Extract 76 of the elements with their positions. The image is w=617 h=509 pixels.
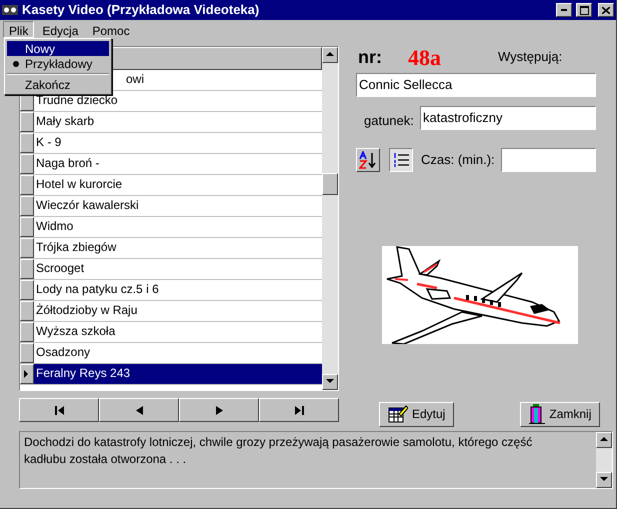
scroll-down-button[interactable]: [322, 374, 338, 390]
edit-button[interactable]: Edytuj: [379, 402, 454, 426]
close-button[interactable]: [598, 3, 614, 17]
navigation-button[interactable]: [259, 398, 339, 422]
navigation-button[interactable]: [179, 398, 259, 422]
table-cell[interactable]: Scrooget: [34, 259, 322, 279]
cast-label: Występują:: [498, 48, 562, 66]
first-record-icon: [54, 406, 64, 414]
minimize-button[interactable]: [556, 3, 572, 17]
description-scrollbar[interactable]: [596, 432, 612, 488]
number-label: nr:: [358, 46, 383, 68]
next-icon: [216, 406, 222, 414]
genre-label: gatunek:: [364, 112, 415, 130]
close-window-button[interactable]: Zamknij: [520, 402, 600, 426]
cassette-icon: [2, 5, 18, 15]
table-cell[interactable]: K - 9: [34, 133, 322, 153]
row-selector[interactable]: [20, 259, 34, 279]
radio-bullet-icon: [13, 60, 19, 66]
current-row-icon: [21, 369, 31, 379]
menu-entry[interactable]: Zakończ: [7, 77, 109, 92]
row-selector[interactable]: [20, 196, 34, 216]
description-field[interactable]: Dochodzi do katastrofy lotniczej, chwile grozy przeżywają pasażerowie samolotu, którego część kadłubu została otworzona . . .: [19, 431, 613, 489]
menu-item[interactable]: Pomoc: [86, 20, 136, 38]
table-cell[interactable]: Naga broń -: [34, 154, 322, 174]
row-selector[interactable]: [20, 280, 34, 300]
table-cell[interactable]: Widmo: [34, 217, 322, 237]
table-cell[interactable]: Lody na patyku cz.5 i 6: [34, 280, 322, 300]
table-pencil-icon: [388, 405, 408, 423]
menu-item[interactable]: Edycja: [36, 20, 84, 38]
last-record-icon: [294, 406, 304, 414]
table-cell[interactable]: Trójka zbiegów: [34, 238, 322, 258]
cast-field[interactable]: Connic Sellecca: [356, 73, 596, 97]
row-selector[interactable]: [20, 175, 34, 195]
maximize-icon: [580, 6, 588, 14]
description-text: Dochodzi do katastrofy lotniczej, chwile grozy przeżywają pasażerowie samolotu, którego część kadłubu została otworzona . . .: [23, 434, 534, 468]
genre-field[interactable]: katastroficzny: [420, 106, 596, 130]
menu-entry[interactable]: Nowy: [7, 41, 109, 56]
row-selector[interactable]: [20, 364, 34, 384]
maximize-button[interactable]: [576, 3, 592, 17]
navigation-button[interactable]: [19, 398, 99, 422]
row-selector[interactable]: [20, 133, 34, 153]
row-selector[interactable]: [20, 154, 34, 174]
row-selector[interactable]: [20, 238, 34, 258]
scroll-up-button[interactable]: [322, 47, 338, 63]
list-button[interactable]: [389, 148, 413, 172]
minimize-icon: [561, 9, 567, 11]
table-cell[interactable]: Żółtodzioby w Raju: [34, 301, 322, 321]
row-selector[interactable]: [20, 322, 34, 342]
numbered-list-icon: [392, 150, 410, 168]
table-cell[interactable]: Osadzony: [34, 343, 322, 363]
window-title: Kasety Video (Przykładowa Videoteka): [22, 1, 260, 20]
duration-label: Czas: (min.):: [421, 150, 496, 169]
door-exit-icon: [529, 404, 546, 424]
row-selector[interactable]: [20, 343, 34, 363]
previous-icon: [136, 406, 142, 414]
sort-button[interactable]: [356, 148, 380, 172]
row-selector[interactable]: [20, 112, 34, 132]
row-selector[interactable]: [20, 301, 34, 321]
navigation-button[interactable]: [99, 398, 179, 422]
close-icon: [602, 6, 610, 14]
row-selector[interactable]: [20, 217, 34, 237]
table-cell[interactable]: Mały skarb: [34, 112, 322, 132]
scrollbar[interactable]: [322, 47, 338, 390]
duration-field[interactable]: [501, 148, 596, 172]
table-cell[interactable]: Hotel w kurorcie: [34, 175, 322, 195]
menu-entry[interactable]: Przykładowy: [7, 56, 109, 71]
scroll-up-button[interactable]: [596, 432, 612, 448]
table-cell[interactable]: Wyższa szkoła: [34, 322, 322, 342]
table-cell[interactable]: Trudne dziecko: [34, 91, 322, 111]
table-cell[interactable]: Wieczór kawalerski: [34, 196, 322, 216]
sort-az-icon: [359, 150, 377, 168]
scroll-down-button[interactable]: [596, 472, 612, 488]
record-number: 48a: [408, 44, 442, 72]
scroll-thumb[interactable]: [322, 173, 338, 195]
menu-item[interactable]: Plik: [3, 20, 34, 38]
table-cell[interactable]: Feralny Reys 243: [34, 364, 322, 384]
